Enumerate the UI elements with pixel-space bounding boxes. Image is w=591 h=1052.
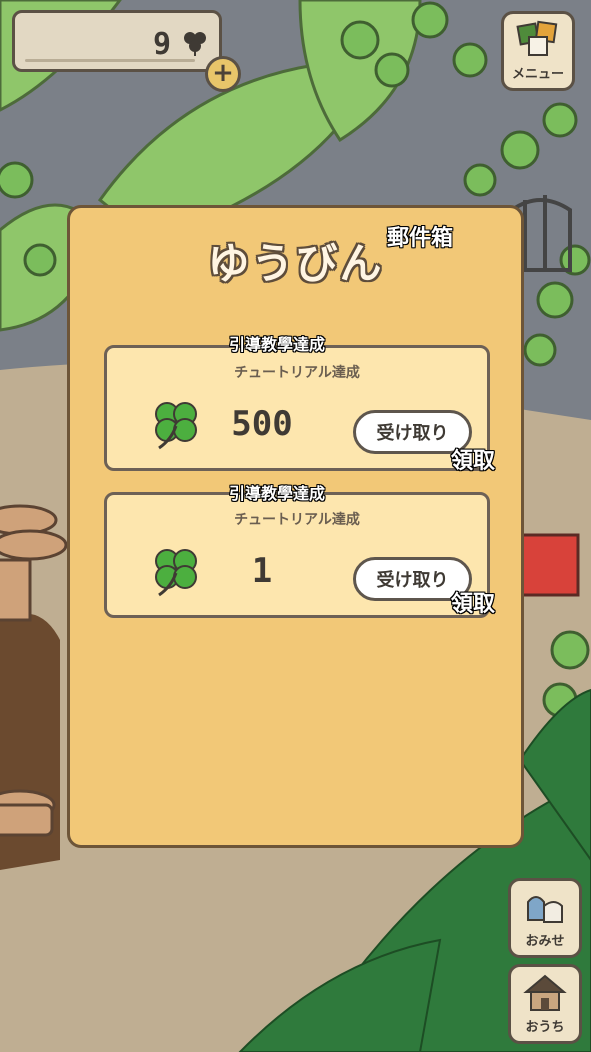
menu-label: メニュー — [511, 67, 564, 82]
title-translation: 郵件箱 — [387, 226, 454, 251]
mail-subject-translation: 引導教學達成 — [229, 484, 326, 503]
receive-translation: 領取 — [451, 449, 496, 474]
menu-button[interactable]: メニュー — [501, 11, 575, 91]
menu-cards-icon — [516, 20, 558, 56]
counter-divider — [25, 59, 195, 62]
garden-scene: 9 + メニュー おみせ おうち ゆうびん チュートリアル達成 500 受け取り… — [0, 0, 591, 1052]
plus-icon: + — [212, 58, 234, 88]
receive-translation: 領取 — [451, 592, 496, 617]
clover-reward-icon — [155, 549, 197, 597]
mail-item: チュートリアル達成 500 受け取り — [104, 345, 490, 471]
mailbox-title: ゆうびん — [207, 239, 384, 288]
clover-count: 9 — [152, 27, 171, 62]
home-label: おうち — [525, 1020, 565, 1035]
clover-counter: 9 — [12, 10, 222, 72]
house-icon — [523, 974, 567, 1011]
mail-subject-translation: 引導教學達成 — [229, 335, 326, 354]
mail-item: チュートリアル達成 1 受け取り — [104, 492, 490, 618]
clover-icon — [184, 32, 206, 56]
shop-bags-icon — [527, 896, 563, 923]
reward-amount: 1 — [251, 551, 273, 591]
reward-amount: 500 — [231, 404, 293, 444]
add-clover-button[interactable]: + — [205, 56, 241, 92]
mail-subject: チュートリアル達成 — [234, 365, 360, 381]
home-button[interactable]: おうち — [508, 964, 582, 1044]
shop-label: おみせ — [525, 934, 565, 949]
clover-reward-icon — [155, 402, 197, 450]
mailbox-panel: ゆうびん チュートリアル達成 500 受け取り チュートリアル達成 1 受け取り — [67, 205, 524, 848]
shop-button[interactable]: おみせ — [508, 878, 582, 958]
mail-subject: チュートリアル達成 — [234, 512, 360, 528]
